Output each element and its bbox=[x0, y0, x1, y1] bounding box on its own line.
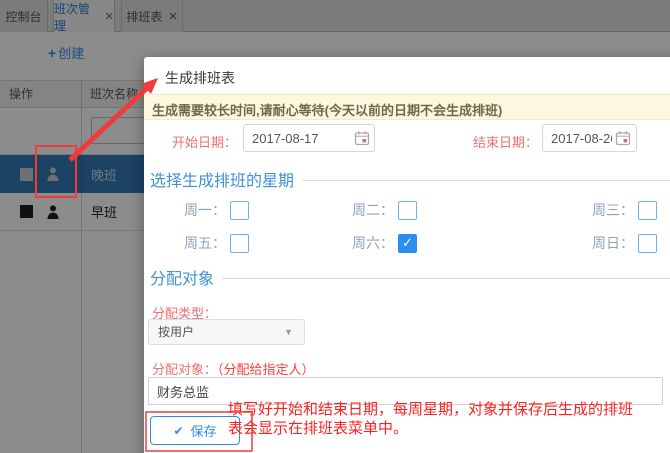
checkbox-sunday[interactable] bbox=[638, 233, 657, 253]
weekday-label: 周六： bbox=[352, 235, 394, 251]
weekday-label: 周日： bbox=[592, 235, 634, 251]
end-date-label: 结束日期： bbox=[473, 135, 539, 150]
weekday-label: 周二： bbox=[352, 202, 394, 218]
weekday-saturday: 周六： ✓ bbox=[338, 233, 417, 253]
checkbox-saturday[interactable]: ✓ bbox=[398, 233, 417, 253]
weekday-label: 周五： bbox=[184, 235, 226, 251]
weekday-friday: 周五： bbox=[170, 233, 249, 253]
save-label: 保存 bbox=[190, 424, 217, 439]
alert-bar: 生成需要较长时间,请耐心等待(今天以前的日期不会生成排班) bbox=[144, 94, 670, 120]
assign-type-select[interactable]: 按用户 ▼ bbox=[148, 319, 305, 345]
section-title: 分配对象 bbox=[150, 271, 215, 288]
section-title: 选择生成排班的星期 bbox=[150, 173, 295, 190]
weekday-wednesday: 周三： bbox=[578, 200, 657, 220]
weekday-label: 周一： bbox=[184, 202, 226, 218]
weekday-label: 周三： bbox=[592, 202, 634, 218]
checkbox-monday[interactable] bbox=[230, 200, 249, 220]
weekday-sunday: 周日： bbox=[578, 233, 657, 253]
chevron-down-icon: ▼ bbox=[284, 327, 293, 337]
section-divider bbox=[222, 278, 670, 279]
week-section-header: 选择生成排班的星期 bbox=[150, 167, 670, 191]
weekday-tuesday: 周二： bbox=[338, 200, 417, 220]
assign-target-input[interactable] bbox=[148, 377, 663, 405]
generate-schedule-modal: 生成排班表 生成需要较长时间,请耐心等待(今天以前的日期不会生成排班) 开始日期… bbox=[144, 57, 670, 453]
alert-text: 生成需要较长时间,请耐心等待(今天以前的日期不会生成排班) bbox=[152, 103, 503, 118]
checkbox-wednesday[interactable] bbox=[638, 200, 657, 220]
calendar-icon[interactable] bbox=[354, 130, 370, 146]
weekday-monday: 周一： bbox=[170, 200, 249, 220]
check-icon: ✔ bbox=[173, 423, 184, 438]
selected-value: 按用户 bbox=[158, 325, 195, 339]
checkbox-tuesday[interactable] bbox=[398, 200, 417, 220]
screen: 控制台 班次管理 ✕ 排班表 ✕ + 创建 操作 班次名称 晚班 早班 生成排班… bbox=[0, 0, 670, 453]
modal-title: 生成排班表 bbox=[165, 70, 235, 86]
calendar-icon[interactable] bbox=[615, 130, 631, 146]
start-date-label: 开始日期： bbox=[172, 135, 238, 150]
section-divider bbox=[302, 180, 670, 181]
save-button[interactable]: ✔ 保存 bbox=[150, 416, 240, 445]
checkbox-friday[interactable] bbox=[230, 233, 249, 253]
assign-target-label: 分配对象：（分配给指定人） bbox=[152, 362, 315, 377]
assign-section-header: 分配对象 bbox=[150, 265, 670, 289]
